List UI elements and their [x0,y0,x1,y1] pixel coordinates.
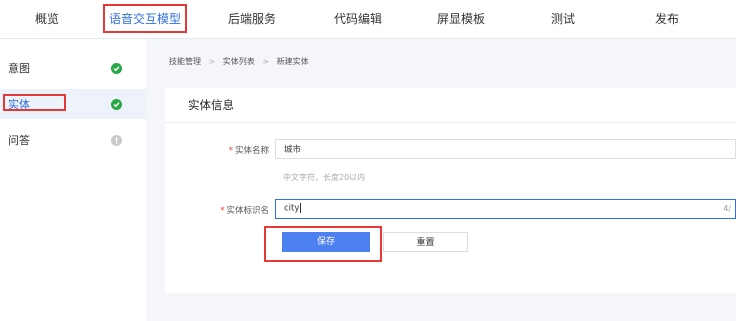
check-icon [111,99,122,110]
sidebar: 意图 实体 问答 [0,39,146,321]
entity-id-value: city [284,203,302,214]
entity-id-input[interactable]: city 4/ [275,199,736,219]
entity-name-label-text: 实体名称 [234,146,269,156]
entity-id-label-text: 实体标识名 [226,206,269,216]
check-icon [111,63,122,74]
breadcrumb-separator: > [208,57,216,66]
section-title: 实体信息 [188,98,234,112]
sidebar-item-qa[interactable]: 问答 [0,125,146,155]
sidebar-item-label: 实体 [8,98,30,111]
entity-id-label: * 实体标识名 [220,204,269,216]
reset-button[interactable]: 重置 [383,232,468,252]
entity-name-input[interactable]: 城市 [275,139,736,159]
tab-backend-service[interactable]: 后端服务 [212,0,292,38]
required-mark: * [228,146,233,156]
tab-overview[interactable]: 概览 [8,0,86,38]
sidebar-item-label: 意图 [8,62,30,75]
sidebar-item-intent[interactable]: 意图 [0,53,146,83]
sidebar-item-label: 问答 [8,134,30,147]
tab-test[interactable]: 测试 [528,0,598,38]
breadcrumb: 技能管理 > 实体列表 > 新建实体 [169,56,309,67]
entity-form: * 实体名称 城市 中文字符，长度20以内 * 实体标识名 city 4/ 保存 重… [165,123,736,293]
tab-publish[interactable]: 发布 [632,0,702,38]
breadcrumb-item-new-entity: 新建实体 [276,57,309,66]
save-button[interactable]: 保存 [282,232,370,252]
tab-display-template[interactable]: 屏显模板 [421,0,501,38]
entity-name-label: * 实体名称 [229,144,269,156]
character-counter: 4/ [723,204,731,213]
breadcrumb-item-entity-list[interactable]: 实体列表 [223,57,255,66]
required-mark: * [220,206,225,216]
info-icon [111,135,122,146]
sidebar-item-entity[interactable]: 实体 [0,89,146,119]
tab-code-editor[interactable]: 代码编辑 [318,0,398,38]
top-navigation: 概览 语音交互模型 后端服务 代码编辑 屏显模板 测试 发布 [0,0,736,39]
entity-name-value: 城市 [284,145,302,155]
entity-id-text: city [284,203,300,214]
text-caret [300,203,302,213]
entity-name-hint: 中文字符，长度20以内 [283,173,366,182]
tab-voice-interaction-model[interactable]: 语音交互模型 [100,0,190,38]
breadcrumb-item-skill-management[interactable]: 技能管理 [169,57,201,66]
card-header: 实体信息 [165,88,736,123]
breadcrumb-separator: > [262,57,270,66]
